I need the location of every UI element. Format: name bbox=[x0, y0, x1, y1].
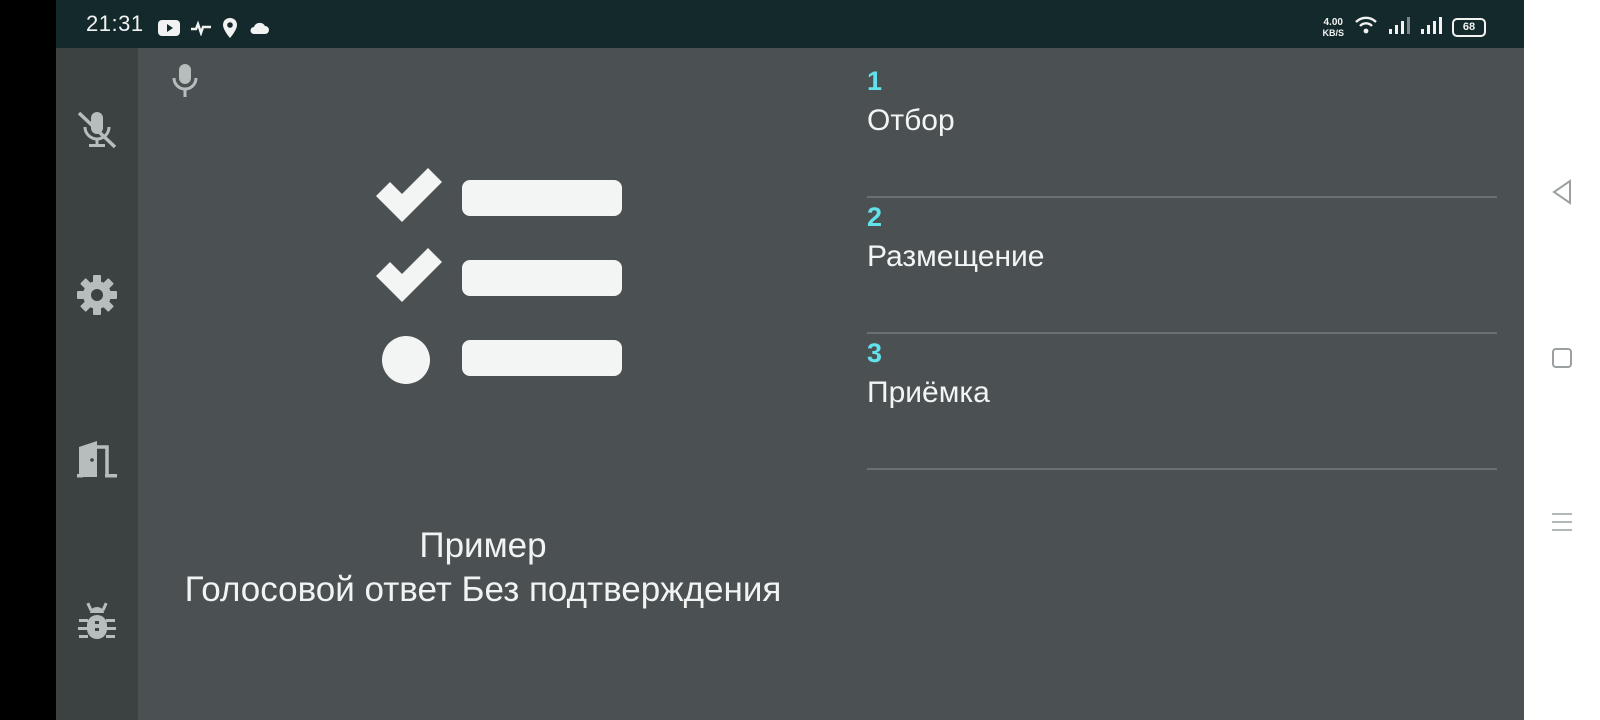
mode-caption: Пример Голосовой ответ Без подтверждения bbox=[138, 524, 828, 612]
home-button[interactable] bbox=[1544, 342, 1580, 378]
main-panel: Пример Голосовой ответ Без подтверждения… bbox=[138, 48, 1524, 720]
caption-title: Пример bbox=[419, 526, 547, 565]
exit-door-icon bbox=[75, 437, 119, 486]
side-rail bbox=[56, 48, 138, 720]
signal-icon bbox=[1388, 16, 1410, 39]
menu-item-label: Отбор bbox=[867, 104, 955, 137]
sync-icon bbox=[190, 20, 212, 41]
net-speed-value: 4.00 bbox=[1323, 16, 1343, 28]
mic-icon bbox=[168, 64, 202, 102]
net-speed-unit: KB/S bbox=[1322, 27, 1344, 38]
menu-item-number: 2 bbox=[867, 202, 883, 232]
home-square-icon bbox=[1550, 346, 1574, 375]
settings-button[interactable] bbox=[72, 272, 122, 322]
screen-cutout bbox=[0, 0, 56, 720]
debug-button[interactable] bbox=[72, 600, 122, 650]
checklist-icon bbox=[368, 168, 622, 388]
caption-subtitle: Голосовой ответ Без подтверждения bbox=[184, 570, 782, 609]
menu-item-razmeshchenie[interactable]: 2 Размещение bbox=[867, 198, 1497, 334]
wifi-icon bbox=[1354, 16, 1378, 39]
task-list-illustration bbox=[368, 164, 622, 389]
location-icon bbox=[222, 18, 238, 43]
menu-item-label: Размещение bbox=[867, 240, 1045, 273]
menu-item-priemka[interactable]: 3 Приёмка bbox=[867, 334, 1497, 470]
cloud-icon bbox=[248, 20, 270, 41]
mic-off-button[interactable] bbox=[72, 106, 122, 156]
menu-item-label: Приёмка bbox=[867, 376, 990, 409]
menu-lines-icon bbox=[1550, 510, 1574, 539]
voice-input-button[interactable] bbox=[168, 62, 202, 103]
net-speed: 4.00 KB/S bbox=[1322, 16, 1344, 38]
youtube-icon bbox=[158, 20, 180, 41]
signal-icon bbox=[1420, 16, 1442, 39]
recents-button[interactable] bbox=[1544, 506, 1580, 542]
status-bar: 21:31 4.00 KB/S 68 bbox=[56, 0, 1524, 48]
menu-item-otbor[interactable]: 1 Отбор bbox=[867, 62, 1497, 198]
mic-off-icon bbox=[75, 107, 119, 156]
menu-item-number: 3 bbox=[867, 338, 883, 368]
status-time: 21:31 bbox=[86, 11, 144, 36]
gear-icon bbox=[75, 273, 119, 322]
status-icons-right: 4.00 KB/S 68 bbox=[1322, 16, 1486, 39]
bug-icon bbox=[75, 601, 119, 650]
system-nav-bar bbox=[1524, 0, 1600, 720]
menu-item-number: 1 bbox=[867, 66, 883, 96]
status-icons-left bbox=[158, 18, 270, 43]
back-triangle-icon bbox=[1550, 178, 1574, 211]
back-button[interactable] bbox=[1544, 176, 1580, 212]
battery-indicator: 68 bbox=[1452, 18, 1486, 37]
task-menu: 1 Отбор 2 Размещение 3 Приёмка bbox=[867, 62, 1497, 470]
exit-button[interactable] bbox=[72, 436, 122, 486]
